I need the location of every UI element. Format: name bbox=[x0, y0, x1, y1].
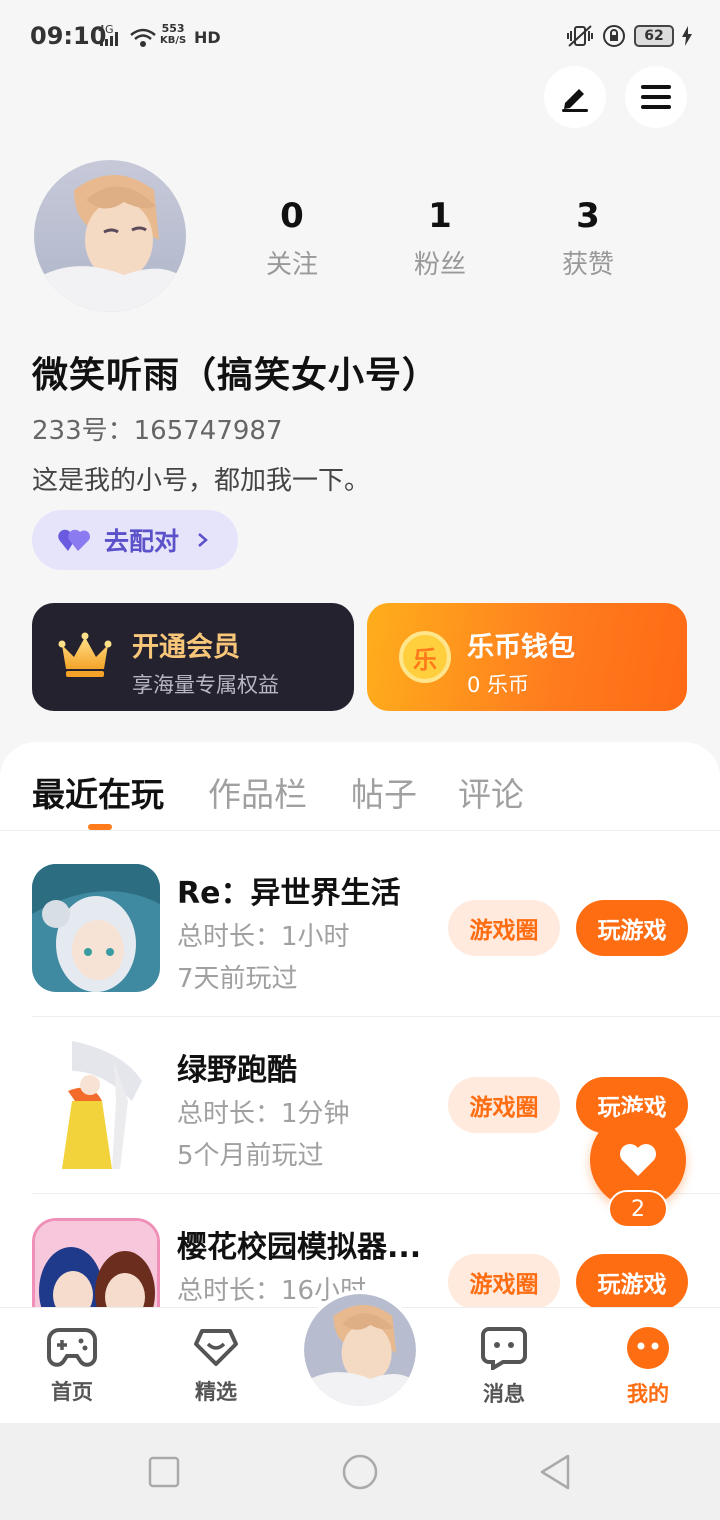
tab-comments[interactable]: 评论 bbox=[458, 768, 524, 816]
double-heart-icon bbox=[58, 529, 90, 551]
followers-count: 1 bbox=[428, 196, 452, 236]
tab-works[interactable]: 作品栏 bbox=[208, 768, 307, 816]
nav-home[interactable]: 首页 bbox=[22, 1326, 122, 1406]
user-id: 233号：165747987 bbox=[32, 416, 283, 446]
game-title: 绿野跑酷 bbox=[177, 1053, 297, 1088]
status-bar: 09:10 4G 553 KB/S HD 62 bbox=[0, 0, 720, 76]
signal-icon bbox=[100, 32, 118, 46]
nav-messages-label: 消息 bbox=[483, 1382, 525, 1406]
heart-box-icon bbox=[194, 1329, 238, 1366]
nav-home-label: 首页 bbox=[51, 1380, 93, 1404]
stat-followers[interactable]: 1 粉丝 bbox=[380, 196, 500, 281]
profile-avatar[interactable] bbox=[34, 160, 186, 312]
game-circle-button[interactable]: 游戏圈 bbox=[448, 1077, 560, 1133]
chevron-right-icon bbox=[198, 533, 208, 547]
stat-following[interactable]: 0 关注 bbox=[232, 196, 352, 281]
play-game-button[interactable]: 玩游戏 bbox=[576, 1254, 688, 1310]
gamepad-icon bbox=[47, 1328, 97, 1367]
following-count: 0 bbox=[280, 196, 304, 236]
game-title: 樱花校园模拟器... bbox=[177, 1230, 422, 1265]
game-icon-re-zero bbox=[32, 864, 160, 992]
back-icon[interactable] bbox=[538, 1453, 574, 1491]
nickname: 微笑听雨（搞笑女小号） bbox=[32, 355, 440, 396]
likes-label: 获赞 bbox=[561, 250, 614, 280]
coin-icon: 乐 bbox=[399, 631, 451, 683]
game-icon-lvye-parkour bbox=[32, 1041, 160, 1169]
pair-button[interactable]: 去配对 bbox=[32, 510, 238, 570]
menu-button[interactable] bbox=[625, 66, 687, 128]
nav-messages[interactable]: 消息 bbox=[454, 1326, 554, 1408]
heart-icon bbox=[620, 1144, 656, 1176]
tabs-divider bbox=[0, 830, 720, 831]
row-divider bbox=[32, 1016, 720, 1017]
charging-icon bbox=[682, 26, 692, 46]
nav-me-label: 我的 bbox=[627, 1382, 669, 1406]
game-last-played: 5个月前玩过 bbox=[177, 1141, 324, 1171]
likes-count: 3 bbox=[576, 196, 600, 236]
game-art bbox=[32, 864, 160, 992]
vip-title: 开通会员 bbox=[132, 632, 240, 663]
bio: 这是我的小号，都加我一下。 bbox=[32, 466, 371, 496]
game-duration: 总时长：1分钟 bbox=[177, 1099, 350, 1129]
game-art bbox=[32, 1041, 160, 1169]
game-duration: 总时长：1小时 bbox=[177, 922, 350, 952]
hd-badge: HD bbox=[194, 28, 221, 47]
nav-featured[interactable]: 精选 bbox=[166, 1326, 266, 1406]
game-circle-button[interactable]: 游戏圈 bbox=[448, 1254, 560, 1310]
pen-icon bbox=[562, 89, 588, 112]
speed-value: 553 bbox=[161, 22, 185, 35]
nav-me[interactable]: 我的 bbox=[598, 1326, 698, 1408]
followers-label: 粉丝 bbox=[413, 250, 466, 280]
crown-icon bbox=[58, 632, 112, 677]
wallet-subtitle: 0 乐币 bbox=[467, 673, 530, 697]
avatar-image bbox=[34, 160, 186, 312]
wallet-card[interactable]: 乐 乐币钱包 0 乐币 bbox=[367, 603, 687, 711]
mute-vibrate-icon bbox=[567, 25, 593, 47]
network-speed: 553 KB/S bbox=[160, 23, 186, 47]
wifi-icon bbox=[130, 28, 156, 47]
home-icon[interactable] bbox=[341, 1453, 379, 1491]
status-right: 62 bbox=[566, 24, 692, 48]
speed-unit: KB/S bbox=[160, 35, 187, 46]
game-title: Re：异世界生活 bbox=[177, 876, 401, 911]
app-root: 09:10 4G 553 KB/S HD 62 0 关注 1 粉丝 3 获赞 微… bbox=[0, 0, 720, 1520]
tab-recent[interactable]: 最近在玩 bbox=[32, 768, 164, 816]
edit-profile-button[interactable] bbox=[544, 66, 606, 128]
vip-subtitle: 享海量专属权益 bbox=[132, 673, 279, 697]
stat-likes[interactable]: 3 获赞 bbox=[528, 196, 648, 281]
like-count-badge: 2 bbox=[608, 1190, 668, 1228]
hamburger-menu-icon bbox=[641, 85, 671, 109]
status-time: 09:10 bbox=[30, 22, 107, 50]
nav-featured-label: 精选 bbox=[195, 1380, 237, 1404]
vip-card[interactable]: 开通会员 享海量专属权益 bbox=[32, 603, 354, 711]
game-row[interactable]: Re：异世界生活 总时长：1小时 7天前玩过 游戏圈 玩游戏 bbox=[0, 864, 720, 1041]
chat-icon bbox=[481, 1327, 527, 1372]
profile-icon bbox=[627, 1327, 669, 1369]
play-game-button[interactable]: 玩游戏 bbox=[576, 900, 688, 956]
system-nav-bar bbox=[0, 1423, 720, 1520]
tab-posts[interactable]: 帖子 bbox=[351, 768, 417, 816]
game-last-played: 7天前玩过 bbox=[177, 964, 298, 994]
game-circle-button[interactable]: 游戏圈 bbox=[448, 900, 560, 956]
wallet-title: 乐币钱包 bbox=[467, 632, 575, 663]
nav-center-avatar[interactable] bbox=[300, 1290, 420, 1410]
avatar-image bbox=[304, 1294, 416, 1406]
lock-rotation-icon bbox=[603, 25, 625, 47]
recent-apps-icon[interactable] bbox=[148, 1456, 180, 1488]
following-label: 关注 bbox=[265, 250, 318, 280]
pair-label: 去配对 bbox=[104, 527, 180, 556]
content-panel: 最近在玩 作品栏 帖子 评论 Re：异世界生活 总时长：1小时 7天前玩过 游戏… bbox=[0, 742, 720, 1346]
battery-level: 62 bbox=[634, 25, 674, 47]
